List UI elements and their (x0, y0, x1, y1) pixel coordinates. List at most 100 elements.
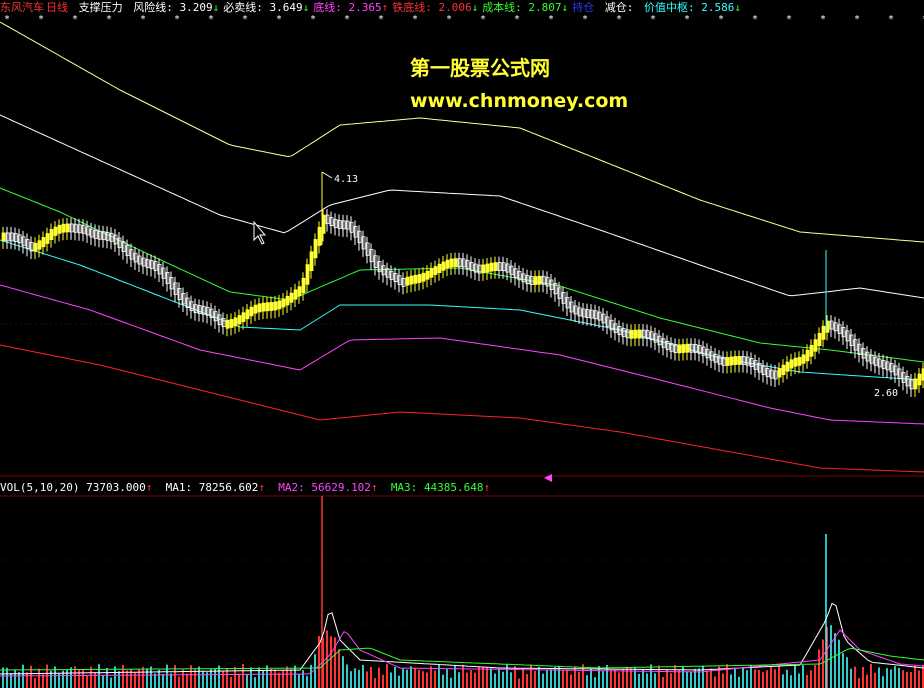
ma3-label: MA3: (390, 481, 418, 494)
candle (813, 339, 818, 352)
volume-bar (370, 666, 372, 688)
low-price-label: 2.60 (874, 388, 898, 399)
ma2-arrow: ↑ (370, 481, 378, 494)
volume-bar (338, 649, 340, 688)
candle (533, 276, 538, 285)
volume-bar (290, 669, 292, 688)
volume-bar (70, 667, 72, 688)
volume-bar (14, 669, 16, 688)
signal-marker: * (650, 14, 656, 25)
candle (685, 343, 690, 353)
candle (293, 289, 298, 300)
volume-bar (274, 669, 276, 688)
signal-marker: * (344, 14, 350, 25)
volume-bar (618, 672, 620, 688)
volume-bar (766, 670, 768, 688)
candle (241, 312, 246, 322)
volume-bar (142, 666, 144, 688)
volume-bar (202, 671, 204, 688)
volume-bar (294, 665, 296, 688)
volume-bar (698, 668, 700, 688)
candle (637, 329, 642, 339)
candle (441, 261, 446, 271)
volume-bar (126, 670, 128, 688)
candle (537, 275, 542, 285)
volume-bar (878, 667, 880, 688)
volume-bar (542, 673, 544, 688)
volume-bar (94, 672, 96, 688)
candle (805, 349, 810, 362)
volume-bar (714, 676, 716, 688)
candle (45, 233, 50, 244)
volume-bar (158, 669, 160, 688)
candle (493, 262, 498, 271)
volume-bar (110, 677, 112, 688)
signal-marker: * (4, 14, 10, 25)
candle (41, 237, 46, 248)
candle (233, 317, 238, 327)
candle (729, 356, 734, 366)
volume-bar (42, 674, 44, 688)
volume-bar (650, 664, 652, 688)
mouse-cursor (253, 220, 267, 245)
volume-bar (778, 665, 780, 688)
volume-bar (210, 669, 212, 688)
volume-bar (466, 672, 468, 688)
candle (733, 356, 738, 365)
volume-bar (26, 672, 28, 688)
high-pointer (321, 171, 333, 179)
volume-bar (818, 649, 820, 688)
volume-bar (154, 673, 156, 688)
kline-chart[interactable]: ****************************4.132.60 (0, 0, 924, 688)
volume-bar (286, 666, 288, 688)
volume-bar (98, 664, 100, 688)
volume-bar (662, 676, 664, 688)
volume-bar (634, 666, 636, 688)
volume-bar (234, 666, 236, 688)
volume-bar (726, 664, 728, 688)
signal-marker: * (514, 14, 520, 25)
volume-bar (458, 672, 460, 688)
volume-bar (570, 674, 572, 688)
volume-bar (106, 667, 108, 688)
volume-bar (178, 676, 180, 688)
candle (61, 223, 66, 233)
volume-bar (522, 668, 524, 688)
ma3-value: 44385.648 (423, 481, 484, 494)
volume-bar (102, 674, 104, 688)
volume-bar (862, 666, 864, 688)
candle (445, 259, 450, 269)
volume-bar (706, 670, 708, 688)
volume-bar (490, 668, 492, 688)
volume-bar (746, 670, 748, 688)
candle (57, 224, 62, 234)
volume-bar (534, 670, 536, 688)
volume-bar (742, 667, 744, 688)
candle (781, 364, 786, 375)
volume-bar (410, 666, 412, 688)
candle (277, 300, 282, 310)
candle (49, 229, 54, 240)
volume-bar (566, 669, 568, 688)
candle (725, 357, 730, 366)
volume-bar (478, 667, 480, 688)
volume-bar (606, 664, 608, 688)
volume-bar (602, 671, 604, 688)
volume-bar (590, 668, 592, 688)
volume-bar (450, 677, 452, 688)
volume-bar (82, 669, 84, 688)
volume-bar (366, 671, 368, 688)
volume-bar (858, 678, 860, 688)
volume-bar (806, 675, 808, 688)
candle (253, 304, 258, 314)
volume-bar (722, 673, 724, 688)
volume-name: VOL(5,10,20) (0, 481, 80, 494)
volume-bar (238, 673, 240, 688)
volume-bar (350, 671, 352, 688)
candle (489, 262, 494, 272)
candle (797, 356, 802, 366)
volume-bar (770, 666, 772, 688)
volume-bar (822, 639, 824, 688)
volume-bar (854, 666, 856, 688)
signal-marker: * (174, 14, 180, 25)
